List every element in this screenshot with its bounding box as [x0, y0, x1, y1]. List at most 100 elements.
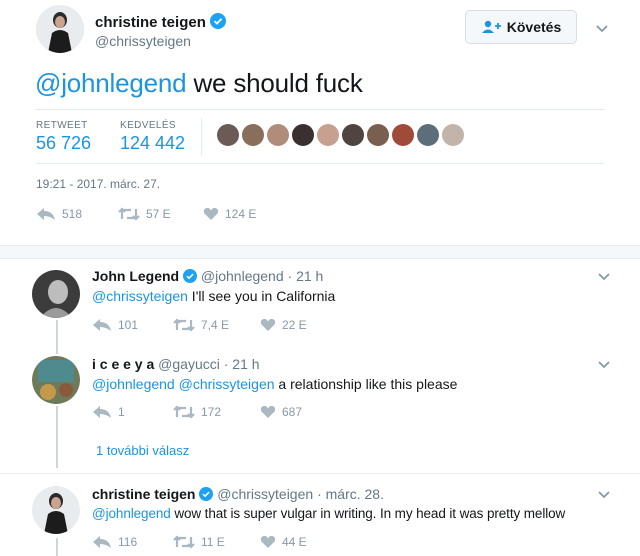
like-count: 22 E — [282, 318, 307, 332]
reply-mentions[interactable]: @johnlegend — [92, 506, 171, 521]
thread-line — [56, 406, 58, 468]
reply-author-handle[interactable]: @gayucci — [158, 356, 220, 372]
retweet-count: 7,4 E — [201, 318, 230, 332]
reply-mentions[interactable]: @johnlegend @chrissyteigen — [92, 376, 275, 392]
main-author-handle[interactable]: @chrissyteigen — [95, 33, 191, 49]
retweet-button[interactable]: 172 — [173, 405, 221, 419]
thread-line — [56, 538, 58, 556]
verified-icon — [183, 269, 198, 283]
retweet-button[interactable]: 7,4 E — [173, 318, 229, 332]
like-count: 687 — [282, 405, 303, 419]
liker-avatar[interactable] — [342, 124, 364, 146]
like-stat-count[interactable]: 124 442 — [120, 133, 185, 154]
retweet-count: 57 E — [146, 207, 171, 221]
reply-button[interactable]: 518 — [36, 207, 82, 221]
verified-icon — [199, 487, 214, 501]
reply-header: i c e e y a @gayucci · 21 h — [92, 356, 260, 372]
divider — [35, 109, 605, 110]
divider — [35, 163, 605, 164]
main-author-avatar[interactable] — [36, 5, 84, 53]
liker-avatar[interactable] — [442, 124, 464, 146]
chevron-down-icon[interactable] — [596, 268, 612, 284]
reply-button[interactable]: 101 — [92, 318, 138, 332]
liker-avatar[interactable] — [242, 124, 264, 146]
reply-body: I'll see you in California — [187, 288, 336, 304]
reply-author-handle[interactable]: @chrissyteigen — [217, 486, 313, 502]
liker-avatar[interactable] — [417, 124, 439, 146]
heart-icon — [260, 405, 276, 418]
chevron-down-icon[interactable] — [594, 20, 610, 36]
liker-avatars[interactable] — [217, 124, 467, 151]
like-stat-label: KEDVELÉS — [120, 120, 177, 131]
chevron-down-icon[interactable] — [596, 356, 612, 372]
main-author-name[interactable]: christine teigen — [95, 14, 206, 31]
main-tweet-body: we should fuck — [186, 68, 363, 98]
retweet-button[interactable]: 57 E — [118, 207, 171, 221]
stats-divider — [201, 118, 202, 156]
more-replies-link[interactable]: 1 további válasz — [96, 443, 189, 458]
reply-icon — [93, 406, 111, 418]
section-separator — [0, 245, 640, 259]
chevron-down-icon[interactable] — [596, 486, 612, 502]
like-button[interactable]: 22 E — [260, 318, 307, 332]
main-tweet-timestamp[interactable]: 19:21 - 2017. márc. 27. — [36, 177, 160, 191]
reply-time[interactable]: · márc. 28. — [317, 486, 384, 502]
reply-author-handle[interactable]: @johnlegend — [201, 268, 284, 284]
reply-avatar-chrissyteigen[interactable] — [32, 486, 80, 534]
main-tweet-mention[interactable]: @johnlegend — [35, 68, 187, 98]
like-button[interactable]: 44 E — [260, 535, 307, 549]
retweet-icon — [173, 318, 195, 332]
liker-avatar[interactable] — [367, 124, 389, 146]
main-author-name-row: christine teigen — [95, 13, 227, 31]
reply-count: 116 — [118, 535, 138, 549]
reply-icon — [93, 536, 111, 548]
liker-avatar[interactable] — [392, 124, 414, 146]
like-button[interactable]: 124 E — [203, 207, 256, 221]
retweet-count: 172 — [201, 405, 222, 419]
divider — [0, 473, 640, 474]
reply-count: 101 — [118, 318, 139, 332]
heart-icon — [203, 207, 219, 220]
retweet-icon — [118, 207, 140, 221]
heart-icon — [260, 535, 276, 548]
retweet-stat-count[interactable]: 56 726 — [36, 133, 91, 154]
main-tweet-text: @johnlegend we should fuck — [35, 68, 363, 99]
like-count: 124 E — [225, 207, 257, 221]
follow-button[interactable]: Követés — [465, 10, 577, 44]
reply-text: @chrissyteigen I'll see you in Californi… — [92, 288, 335, 304]
like-count: 44 E — [282, 535, 307, 549]
reply-mentions[interactable]: @chrissyteigen — [92, 288, 188, 304]
reply-button[interactable]: 1 — [92, 405, 125, 419]
liker-avatar[interactable] — [317, 124, 339, 146]
reply-body: a relationship like this please — [274, 376, 458, 392]
thread-line — [56, 320, 58, 354]
reply-text: @johnlegend wow that is super vulgar in … — [92, 506, 565, 521]
reply-count: 1 — [118, 405, 125, 419]
retweet-icon — [173, 535, 195, 549]
liker-avatar[interactable] — [217, 124, 239, 146]
reply-text: @johnlegend @chrissyteigen a relationshi… — [92, 376, 457, 392]
reply-body: wow that is super vulgar in writing. In … — [170, 506, 566, 521]
reply-header: John Legend @johnlegend · 21 h — [92, 268, 323, 284]
reply-avatar-gayucci[interactable] — [32, 356, 80, 404]
reply-icon — [37, 208, 55, 220]
reply-time[interactable]: · 21 h — [288, 268, 324, 284]
retweet-count: 11 E — [201, 535, 225, 549]
reply-count: 518 — [62, 207, 83, 221]
retweet-stat-label: RETWEET — [36, 120, 88, 131]
follow-button-label: Követés — [506, 19, 562, 35]
reply-author-name[interactable]: i c e e y a — [92, 356, 154, 372]
liker-avatar[interactable] — [267, 124, 289, 146]
reply-button[interactable]: 116 — [92, 535, 137, 549]
reply-author-name[interactable]: christine teigen — [92, 486, 195, 502]
follow-user-icon — [481, 20, 501, 33]
reply-avatar-johnlegend[interactable] — [32, 270, 80, 318]
reply-time[interactable]: · 21 h — [224, 356, 260, 372]
reply-icon — [93, 319, 111, 331]
retweet-button[interactable]: 11 E — [173, 535, 225, 549]
heart-icon — [260, 318, 276, 331]
reply-header: christine teigen @chrissyteigen · márc. … — [92, 486, 384, 502]
like-button[interactable]: 687 — [260, 405, 302, 419]
liker-avatar[interactable] — [292, 124, 314, 146]
reply-author-name[interactable]: John Legend — [92, 268, 179, 284]
